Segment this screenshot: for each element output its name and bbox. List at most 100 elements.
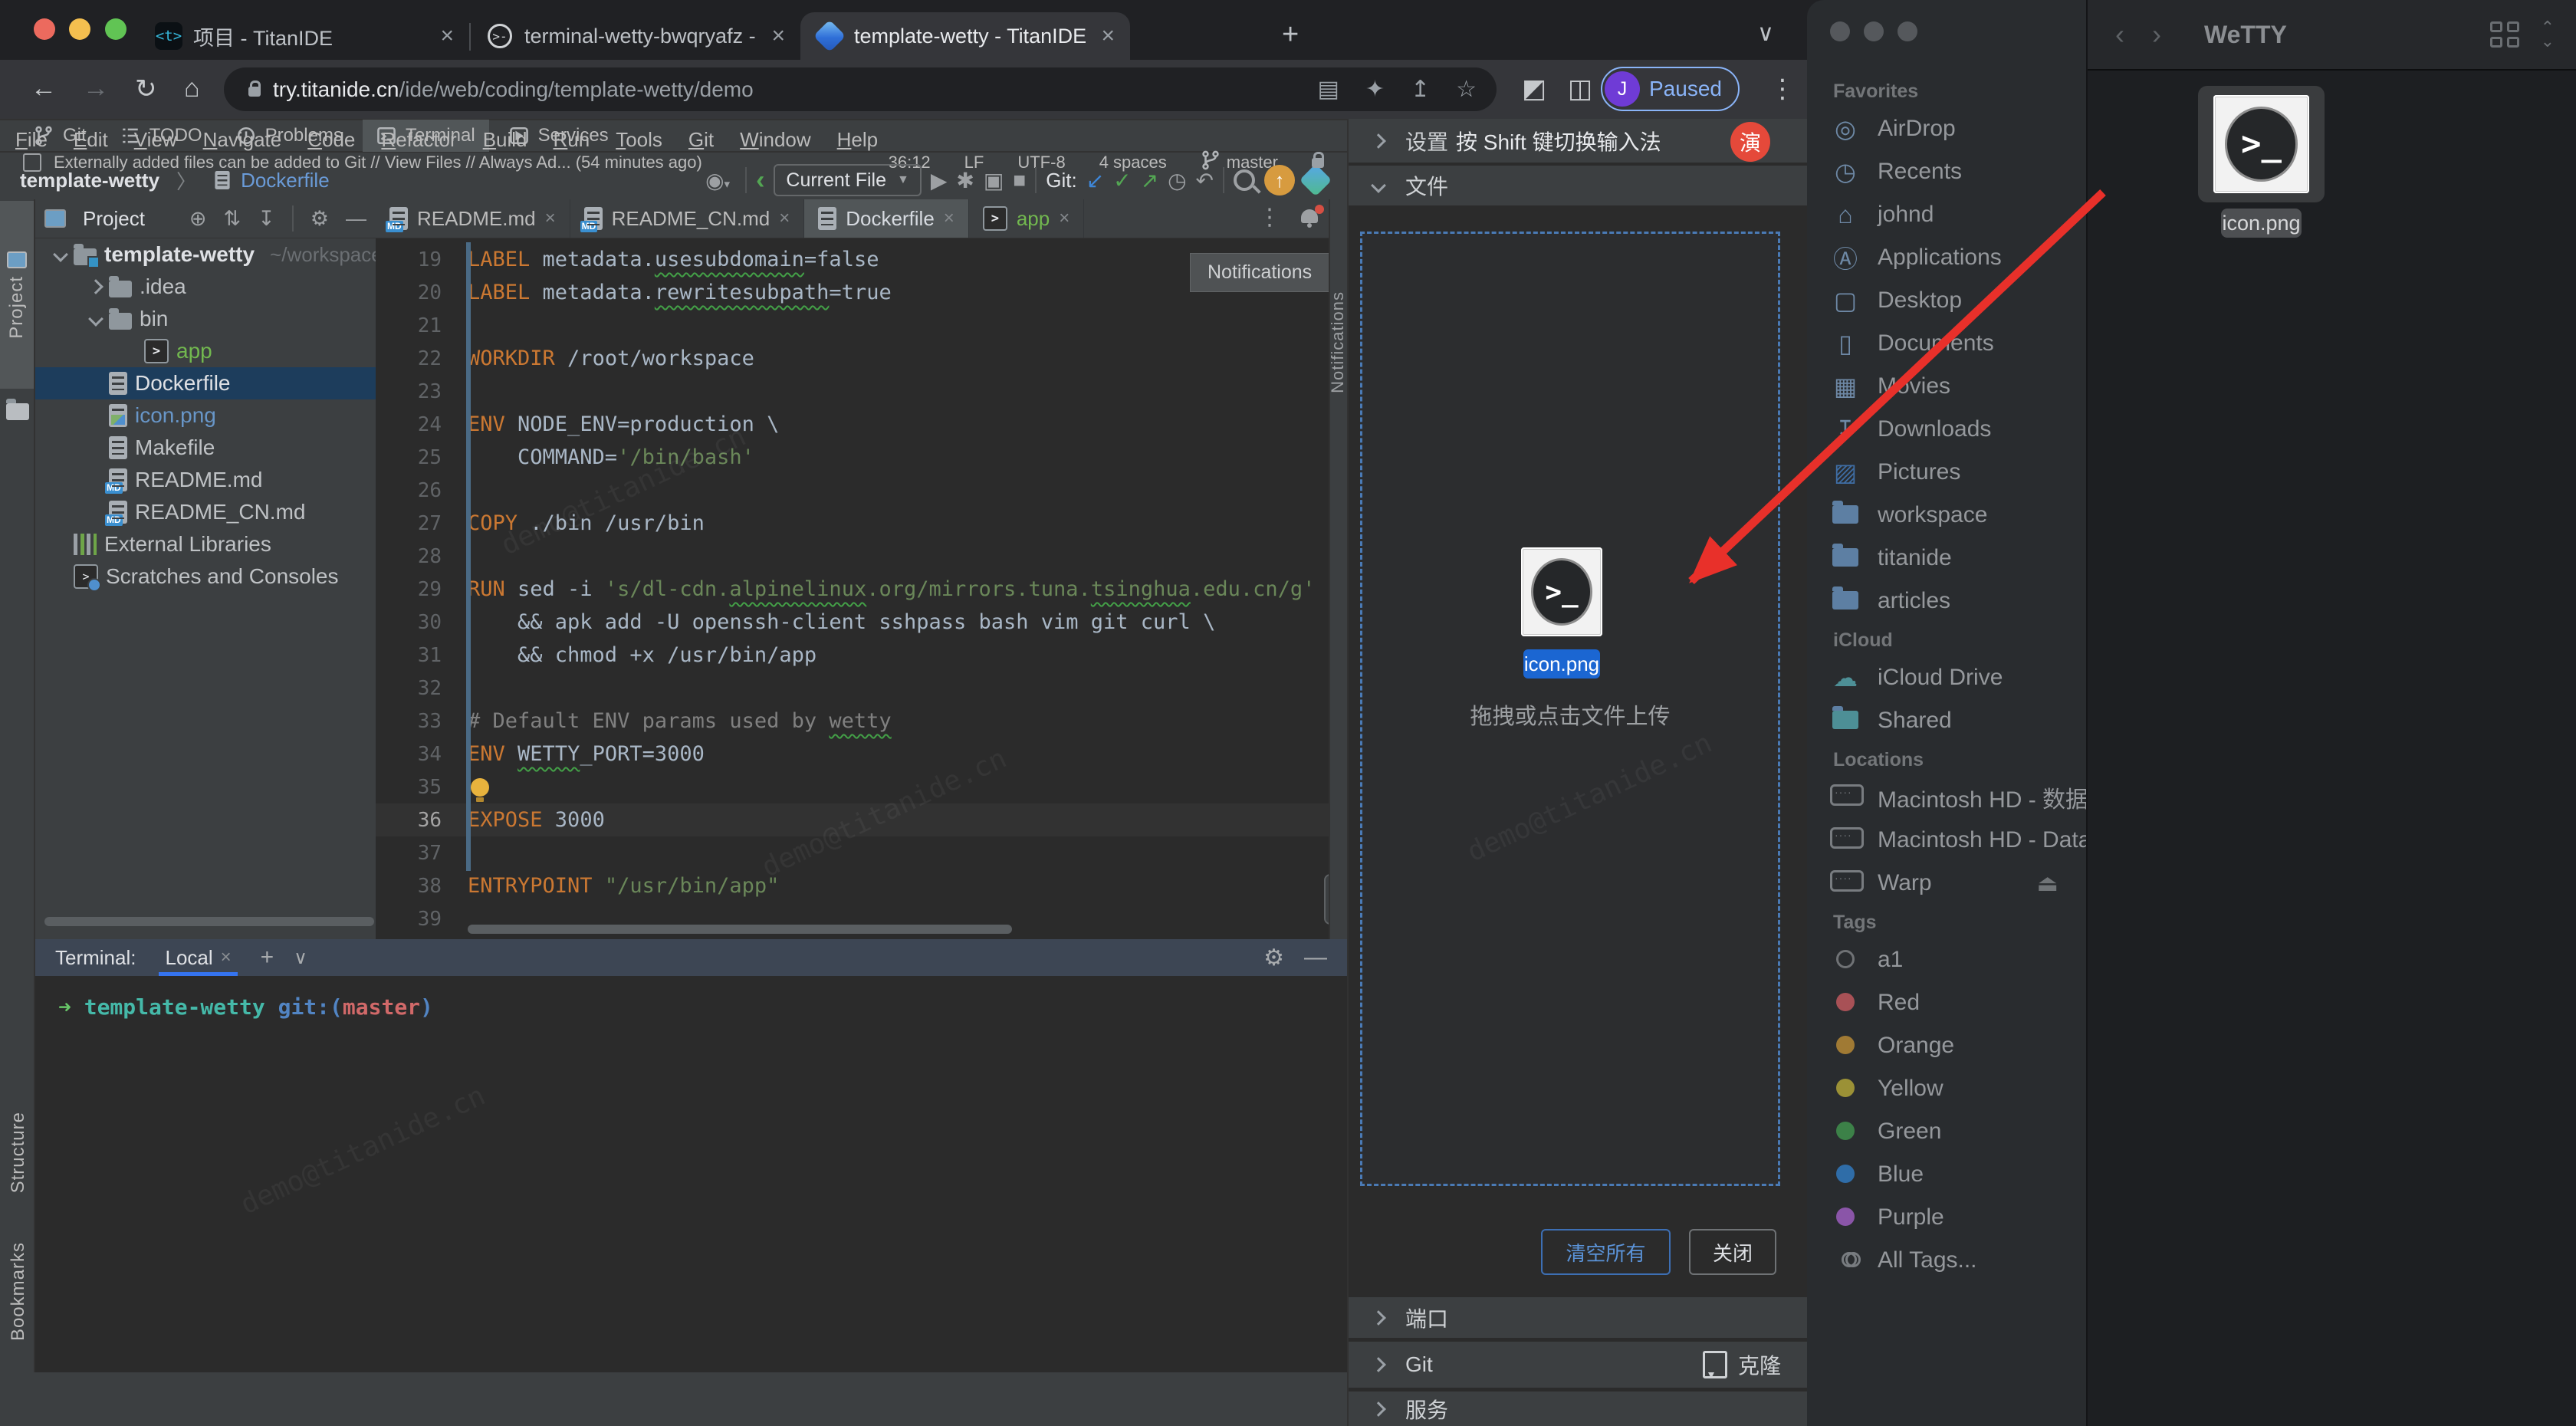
tree-item-readme-md[interactable]: MDREADME.md bbox=[35, 464, 376, 496]
editor-tab-app[interactable]: >app× bbox=[969, 199, 1084, 238]
close-icon[interactable]: × bbox=[779, 208, 790, 229]
menu-refactor[interactable]: Refactor bbox=[381, 128, 456, 152]
forward-icon[interactable]: → bbox=[83, 74, 109, 104]
chevron-right-icon[interactable] bbox=[88, 279, 104, 294]
code-line-26[interactable]: 26 bbox=[376, 474, 1329, 507]
forward-chevron-icon[interactable]: › bbox=[2152, 18, 2161, 51]
reading-list-icon[interactable]: ▤ bbox=[1317, 76, 1339, 103]
tool-stripe-structure[interactable]: Structure bbox=[8, 1112, 29, 1193]
sidebar-item-documents[interactable]: ▯Documents bbox=[1807, 322, 2086, 365]
tree-item-dockerfile[interactable]: Dockerfile bbox=[35, 367, 376, 399]
close-icon[interactable]: × bbox=[221, 947, 232, 968]
close-icon[interactable]: × bbox=[440, 23, 454, 49]
code-line-23[interactable]: 23 bbox=[376, 375, 1329, 408]
code-line-37[interactable]: 37 bbox=[376, 836, 1329, 869]
panel-section-git[interactable]: Git克隆 bbox=[1349, 1340, 1809, 1388]
grid-view-icon[interactable] bbox=[2490, 21, 2521, 48]
terminal-tab-local[interactable]: Local× bbox=[156, 939, 240, 976]
hide-panel-icon[interactable]: — bbox=[346, 207, 366, 231]
sidebar-item-pictures[interactable]: ▨Pictures bbox=[1807, 451, 2086, 494]
browser-tab-1[interactable]: <t>项目 - TitanIDE× bbox=[140, 12, 469, 60]
menu-window[interactable]: Window bbox=[740, 128, 810, 152]
expand-all-icon[interactable]: ⇅ bbox=[224, 207, 242, 231]
code-line-29[interactable]: 29RUN sed -i 's/dl-cdn.alpinelinux.org/m… bbox=[376, 573, 1329, 606]
address-bar[interactable]: try.titanide.cn/ide/web/coding/template-… bbox=[224, 67, 1497, 111]
coverage-icon[interactable]: ▣ bbox=[984, 168, 1004, 193]
terminal-prompt[interactable]: ➜ template-wetty git:(master) bbox=[58, 994, 433, 1020]
breadcrumb-project[interactable]: template-wetty bbox=[20, 169, 159, 192]
sidebar-item-macintosh-hd-data[interactable]: Macintosh HD - Data bbox=[1807, 819, 2086, 862]
window-controls[interactable] bbox=[34, 18, 137, 44]
sidebar-item-purple[interactable]: Purple bbox=[1807, 1196, 2086, 1239]
sidebar-item-downloads[interactable]: ↧Downloads bbox=[1807, 408, 2086, 451]
editor-scrollbar[interactable] bbox=[468, 925, 1012, 934]
git-clone-action[interactable]: 克隆 bbox=[1703, 1349, 1781, 1380]
tree-item-app[interactable]: >app bbox=[35, 335, 376, 367]
clear-all-button[interactable]: 清空所有 bbox=[1541, 1229, 1671, 1275]
sidebar-item-recents[interactable]: ◷Recents bbox=[1807, 150, 2086, 193]
terminal-minimize-icon[interactable]: — bbox=[1304, 945, 1327, 971]
sidebar-item-desktop[interactable]: ▢Desktop bbox=[1807, 279, 2086, 322]
ime-badge[interactable]: 演 bbox=[1730, 122, 1770, 162]
git-update-icon[interactable]: ↙ bbox=[1086, 168, 1104, 193]
panel-section-ports[interactable]: 端口 bbox=[1349, 1296, 1809, 1338]
history-clock-icon[interactable]: ◷ bbox=[1168, 168, 1186, 193]
home-icon[interactable]: ⌂ bbox=[184, 74, 200, 104]
eject-icon[interactable]: ⏏ bbox=[2037, 870, 2058, 897]
menu-navigate[interactable]: Navigate bbox=[203, 128, 282, 152]
upgrade-icon[interactable]: ↑ bbox=[1264, 165, 1295, 196]
run-icon[interactable]: ▶ bbox=[931, 168, 948, 193]
code-line-33[interactable]: 33# Default ENV params used by wetty bbox=[376, 705, 1329, 738]
code-line-35[interactable]: 35 bbox=[376, 770, 1329, 803]
menu-git[interactable]: Git bbox=[688, 128, 714, 152]
share-icon[interactable]: ↥ bbox=[1411, 76, 1430, 103]
chevron-down-icon[interactable] bbox=[53, 247, 68, 262]
sidebar-item-workspace[interactable]: workspace bbox=[1807, 494, 2086, 537]
sidebar-item-airdrop[interactable]: ◎AirDrop bbox=[1807, 107, 2086, 150]
intention-bulb-icon[interactable] bbox=[471, 778, 489, 797]
code-line-27[interactable]: 27COPY ./bin /usr/bin bbox=[376, 507, 1329, 540]
menu-build[interactable]: Build bbox=[483, 128, 527, 152]
close-icon[interactable]: × bbox=[1059, 208, 1070, 229]
new-terminal-plus-icon[interactable]: + bbox=[261, 945, 274, 971]
sidebar-item-orange[interactable]: Orange bbox=[1807, 1024, 2086, 1067]
browser-profile-button[interactable]: J Paused bbox=[1601, 67, 1740, 111]
extensions-puzzle-icon[interactable]: ◩ bbox=[1522, 74, 1546, 104]
code-line-36[interactable]: 36EXPOSE 3000 bbox=[376, 803, 1329, 836]
reload-icon[interactable]: ↻ bbox=[135, 74, 157, 104]
code-line-28[interactable]: 28 bbox=[376, 540, 1329, 573]
close-icon[interactable]: × bbox=[771, 23, 785, 49]
code-area[interactable]: 19LABEL metadata.usesubdomain=false20LAB… bbox=[376, 238, 1329, 935]
sidebar-item-blue[interactable]: Blue bbox=[1807, 1153, 2086, 1196]
side-panel-icon[interactable]: ◫ bbox=[1568, 74, 1592, 104]
tool-stripe-bookmarks[interactable]: Bookmarks bbox=[8, 1242, 29, 1341]
locate-file-icon[interactable]: ⊕ bbox=[189, 207, 207, 231]
folder-icon[interactable] bbox=[6, 403, 29, 420]
user-collab-icon[interactable]: ◉▾ bbox=[705, 168, 730, 193]
url-text[interactable]: try.titanide.cn/ide/web/coding/template-… bbox=[273, 77, 1291, 102]
close-icon[interactable]: × bbox=[1101, 23, 1115, 49]
code-line-34[interactable]: 34ENV WETTY_PORT=3000 bbox=[376, 738, 1329, 770]
menu-code[interactable]: Code bbox=[307, 128, 355, 152]
collapse-all-icon[interactable]: ↧ bbox=[258, 207, 275, 231]
search-icon[interactable] bbox=[1234, 169, 1255, 191]
sidebar-item-icloud-drive[interactable]: ☁iCloud Drive bbox=[1807, 656, 2086, 699]
sidebar-item-macintosh-hd-[interactable]: Macintosh HD - 数据 bbox=[1807, 776, 2086, 819]
password-key-icon[interactable]: ✦ bbox=[1365, 76, 1385, 103]
notifications-bell-icon[interactable] bbox=[1301, 208, 1321, 228]
menu-tools[interactable]: Tools bbox=[616, 128, 662, 152]
sidebar-item-johnd[interactable]: ⌂johnd bbox=[1807, 193, 2086, 236]
rollback-arrow-icon[interactable]: ‹ bbox=[756, 166, 764, 196]
menu-file[interactable]: File bbox=[15, 128, 48, 152]
sidebar-item-titanide[interactable]: titanide bbox=[1807, 537, 2086, 580]
settings-section-row[interactable]: 设置 按 Shift 键切换输入法 演 bbox=[1349, 119, 1809, 163]
back-chevron-icon[interactable]: ‹ bbox=[2115, 18, 2124, 51]
tree-item-icon-png[interactable]: icon.png bbox=[35, 399, 376, 432]
sidebar-item-articles[interactable]: articles bbox=[1807, 580, 2086, 623]
view-options-chevrons-icon[interactable]: ⌃⌄ bbox=[2541, 21, 2555, 48]
tree-item-readme-cn-md[interactable]: MDREADME_CN.md bbox=[35, 496, 376, 528]
browser-menu-kebab-icon[interactable]: ⋮ bbox=[1769, 74, 1796, 104]
panel-section-services[interactable]: 服务 bbox=[1349, 1390, 1809, 1426]
project-scrollbar[interactable] bbox=[44, 917, 374, 926]
sidebar-item-yellow[interactable]: Yellow bbox=[1807, 1067, 2086, 1110]
